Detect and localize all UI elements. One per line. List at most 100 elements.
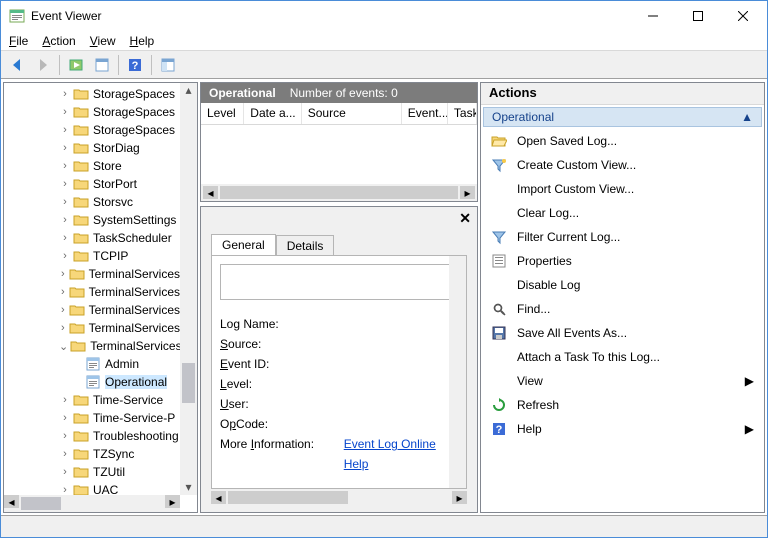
forward-button[interactable] — [31, 53, 55, 77]
show-hide-tree-button[interactable] — [64, 53, 88, 77]
tree-item[interactable]: ›StorageSpaces — [59, 85, 180, 103]
navigation-tree-pane: ›StorageSpaces›StorageSpaces›StorageSpac… — [3, 82, 198, 513]
detail-close-icon[interactable]: ✕ — [459, 210, 471, 227]
expander-icon[interactable]: › — [59, 322, 67, 334]
expander-icon[interactable]: › — [59, 412, 71, 424]
tree-item[interactable]: ›TZSync — [59, 445, 180, 463]
tree-item[interactable]: ›TerminalServices — [59, 301, 180, 319]
tree-item[interactable]: ›StorDiag — [59, 139, 180, 157]
expander-icon[interactable]: › — [59, 250, 71, 262]
expander-icon[interactable]: › — [59, 268, 67, 280]
tree-item[interactable]: ›StorageSpaces — [59, 103, 180, 121]
expander-icon[interactable]: › — [59, 394, 71, 406]
action-disable-log[interactable]: Disable Log — [481, 273, 764, 297]
tree-item[interactable]: ›TZUtil — [59, 463, 180, 481]
column-header[interactable]: Date a... — [244, 103, 301, 124]
tree-item[interactable]: Admin — [59, 355, 180, 373]
back-button[interactable] — [5, 53, 29, 77]
expander-icon[interactable]: › — [59, 196, 71, 208]
tree-item[interactable]: ›StorageSpaces — [59, 121, 180, 139]
action-save-all-events-as[interactable]: Save All Events As... — [481, 321, 764, 345]
tree-item[interactable]: › TerminalServices — [59, 283, 180, 301]
expander-icon[interactable]: › — [59, 214, 71, 226]
expander-icon[interactable]: › — [59, 466, 71, 478]
folder-icon — [69, 285, 85, 299]
menu-file[interactable]: File — [9, 34, 28, 48]
expander-icon[interactable]: › — [59, 232, 71, 244]
tree-item-label: TerminalServices — [89, 321, 180, 335]
action-properties[interactable]: Properties — [481, 249, 764, 273]
navigation-tree[interactable]: ›StorageSpaces›StorageSpaces›StorageSpac… — [4, 83, 180, 495]
column-header[interactable]: Task — [448, 103, 477, 124]
expander-icon[interactable]: › — [59, 484, 71, 495]
action-find[interactable]: Find... — [481, 297, 764, 321]
properties-button[interactable] — [90, 53, 114, 77]
blank-icon — [491, 181, 507, 197]
tree-item[interactable]: Operational — [59, 373, 180, 391]
tree-item[interactable]: ›UAC — [59, 481, 180, 495]
action-open-saved-log[interactable]: Open Saved Log... — [481, 129, 764, 153]
tree-item-label: TerminalServices — [89, 285, 180, 299]
expander-icon[interactable]: › — [59, 286, 67, 298]
menu-action[interactable]: Action — [42, 34, 75, 48]
event-log-help-link[interactable]: Event Log Online Help — [344, 434, 458, 474]
column-headers[interactable]: LevelDate a...SourceEvent...Task — [201, 103, 477, 125]
tree-item[interactable]: ›StorPort — [59, 175, 180, 193]
action-filter-current-log[interactable]: Filter Current Log... — [481, 225, 764, 249]
action-clear-log[interactable]: Clear Log... — [481, 201, 764, 225]
expander-icon[interactable]: › — [59, 304, 67, 316]
tree-item[interactable]: ›TCPIP — [59, 247, 180, 265]
detail-vertical-scrollbar[interactable] — [449, 256, 466, 488]
close-button[interactable] — [720, 2, 765, 31]
event-list-body[interactable] — [201, 125, 477, 184]
tree-item[interactable]: ›Storsvc — [59, 193, 180, 211]
menu-help[interactable]: Help — [130, 34, 155, 48]
expander-icon[interactable]: › — [59, 88, 71, 100]
tree-item[interactable]: ›Store — [59, 157, 180, 175]
expander-icon[interactable]: › — [59, 430, 71, 442]
tree-item[interactable]: ›TaskScheduler — [59, 229, 180, 247]
expander-icon[interactable]: › — [59, 106, 71, 118]
tree-item[interactable]: › TerminalServices — [59, 319, 180, 337]
tree-item[interactable]: ›Time-Service — [59, 391, 180, 409]
minimize-button[interactable] — [630, 2, 675, 31]
event-list-horizontal-scrollbar[interactable]: ◂▸ — [201, 184, 477, 201]
folder-icon — [73, 87, 89, 101]
tree-item[interactable]: ›Time-Service-P — [59, 409, 180, 427]
menu-view[interactable]: View — [90, 34, 116, 48]
detail-horizontal-scrollbar[interactable]: ◂▸ — [211, 489, 467, 506]
tree-item[interactable]: ›TerminalServices — [59, 265, 180, 283]
actions-section-header[interactable]: Operational ▲ — [483, 107, 762, 127]
expander-icon[interactable]: › — [59, 178, 71, 190]
maximize-button[interactable] — [675, 2, 720, 31]
column-header[interactable]: Source — [302, 103, 402, 124]
expander-icon[interactable]: › — [59, 448, 71, 460]
column-header[interactable]: Level — [201, 103, 244, 124]
help-button[interactable]: ? — [123, 53, 147, 77]
action-help[interactable]: ?Help▶ — [481, 417, 764, 441]
tree-vertical-scrollbar[interactable]: ▴ ▾ — [180, 83, 197, 495]
panes-button[interactable] — [156, 53, 180, 77]
folder-icon — [73, 483, 89, 495]
tab-general[interactable]: General — [211, 234, 276, 256]
expander-icon[interactable]: › — [59, 124, 71, 136]
tree-item[interactable]: ⌄ TerminalServices — [59, 337, 180, 355]
tree-item-label: TerminalServices — [90, 339, 180, 353]
action-attach-a-task-to-this-log[interactable]: Attach a Task To this Log... — [481, 345, 764, 369]
folder-icon — [73, 123, 89, 137]
event-description-box[interactable] — [220, 264, 458, 300]
tree-item[interactable]: ›Troubleshooting — [59, 427, 180, 445]
event-list-panel: Operational Number of events: 0 LevelDat… — [200, 82, 478, 202]
action-view[interactable]: View▶ — [481, 369, 764, 393]
expander-icon[interactable]: › — [59, 160, 71, 172]
action-create-custom-view[interactable]: Create Custom View... — [481, 153, 764, 177]
tab-details[interactable]: Details — [276, 235, 335, 256]
expander-icon[interactable]: › — [59, 142, 71, 154]
tree-item[interactable]: ›SystemSettings — [59, 211, 180, 229]
column-header[interactable]: Event... — [402, 103, 448, 124]
action-import-custom-view[interactable]: Import Custom View... — [481, 177, 764, 201]
tree-horizontal-scrollbar[interactable]: ◂ ▸ — [4, 495, 180, 512]
action-refresh[interactable]: Refresh — [481, 393, 764, 417]
actions-list: Open Saved Log...Create Custom View...Im… — [481, 129, 764, 441]
expander-icon[interactable]: ⌄ — [59, 340, 68, 353]
